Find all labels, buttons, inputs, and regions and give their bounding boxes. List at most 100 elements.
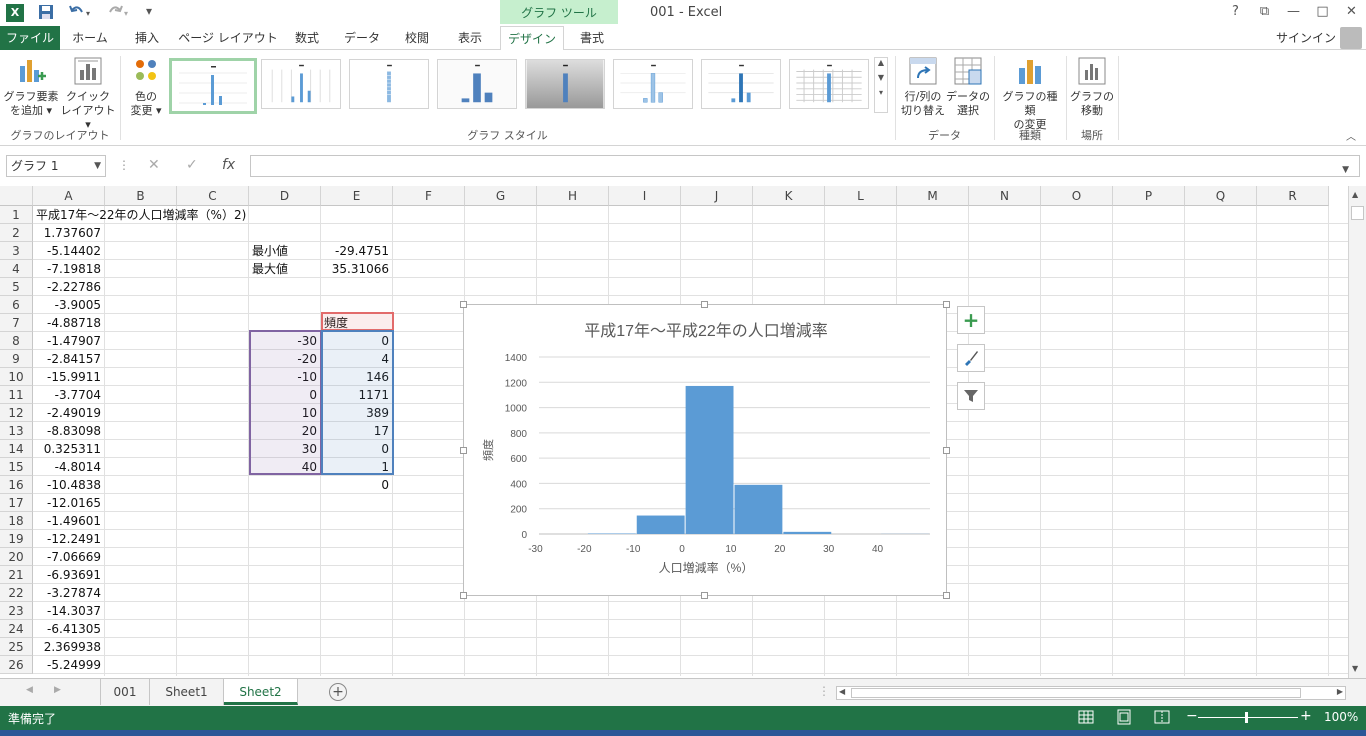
gallery-more-icon[interactable]: ▾ <box>875 88 887 97</box>
column-header-f[interactable]: F <box>393 186 465 206</box>
excel-logo-icon[interactable]: X <box>6 4 24 22</box>
undo-icon[interactable]: ▾ <box>68 4 94 23</box>
row-header-8[interactable]: 8 <box>0 332 33 350</box>
tab-insert[interactable]: 挿入 <box>122 26 172 50</box>
change-chart-type-button[interactable]: グラフの種類 の変更 <box>998 56 1062 132</box>
cell-a17[interactable]: -12.0165 <box>33 494 105 512</box>
enter-icon[interactable]: ✓ <box>186 157 198 173</box>
tab-formulas[interactable]: 数式 <box>284 26 330 50</box>
bar--20[interactable] <box>587 533 636 534</box>
tab-data[interactable]: データ <box>336 26 388 50</box>
row-header-1[interactable]: 1 <box>0 206 33 224</box>
tab-design[interactable]: デザイン <box>500 26 564 51</box>
column-header-r[interactable]: R <box>1257 186 1329 206</box>
vertical-scrollbar[interactable]: ▲ ▼ <box>1348 186 1366 678</box>
zoom-level[interactable]: 100% <box>1324 710 1358 724</box>
tab-file[interactable]: ファイル <box>0 26 60 50</box>
horizontal-scrollbar[interactable]: ◀ ▶ <box>836 686 1346 700</box>
row-header-18[interactable]: 18 <box>0 512 33 530</box>
row-header-17[interactable]: 17 <box>0 494 33 512</box>
change-colors-button[interactable]: 色の 変更 ▾ <box>124 56 168 118</box>
cell-a7[interactable]: -4.88718 <box>33 314 105 332</box>
tab-split-grip-icon[interactable]: ⋮ <box>818 684 830 698</box>
page-break-view-icon[interactable] <box>1154 709 1170 728</box>
collapse-ribbon-icon[interactable]: ︿ <box>1346 128 1356 143</box>
cell-a24[interactable]: -6.41305 <box>33 620 105 638</box>
column-header-j[interactable]: J <box>681 186 753 206</box>
scroll-up-icon[interactable]: ▲ <box>1352 190 1358 199</box>
cell-d4-max-label[interactable]: 最大値 <box>249 260 321 278</box>
zoom-out-button[interactable]: − <box>1186 708 1198 724</box>
bar-20[interactable] <box>783 531 832 534</box>
cell-a9[interactable]: -2.84157 <box>33 350 105 368</box>
tab-review[interactable]: 校閲 <box>394 26 440 50</box>
chart-style-3[interactable] <box>349 59 429 109</box>
zoom-slider-thumb[interactable] <box>1245 712 1248 723</box>
grip-icon[interactable]: ⋮ <box>118 158 130 172</box>
zoom-slider[interactable] <box>1198 717 1298 718</box>
scroll-left-icon[interactable]: ◀ <box>839 687 845 696</box>
tab-view[interactable]: 表示 <box>446 26 494 50</box>
sheet-tab-sheet2[interactable]: Sheet2 <box>224 679 298 705</box>
row-header-25[interactable]: 25 <box>0 638 33 656</box>
column-header-k[interactable]: K <box>753 186 825 206</box>
column-header-g[interactable]: G <box>465 186 537 206</box>
quick-layout-button[interactable]: クイック レイアウト ▾ <box>60 56 116 132</box>
move-chart-button[interactable]: グラフの 移動 <box>1070 56 1114 118</box>
cell-a6[interactable]: -3.9005 <box>33 296 105 314</box>
cell-a11[interactable]: -3.7704 <box>33 386 105 404</box>
chevron-down-icon[interactable]: ▼ <box>94 156 101 176</box>
maximize-button[interactable]: □ <box>1308 0 1337 26</box>
bar-10[interactable] <box>734 484 783 534</box>
help-icon[interactable]: ? <box>1221 0 1250 26</box>
cell-e4-max-value[interactable]: 35.31066 <box>321 260 393 278</box>
column-header-q[interactable]: Q <box>1185 186 1257 206</box>
bar-0[interactable] <box>685 385 734 534</box>
cell-a23[interactable]: -14.3037 <box>33 602 105 620</box>
cell-a18[interactable]: -1.49601 <box>33 512 105 530</box>
row-header-15[interactable]: 15 <box>0 458 33 476</box>
name-box[interactable]: グラフ 1 ▼ <box>6 155 106 177</box>
cell-e16-frequency[interactable]: 0 <box>321 476 393 494</box>
row-header-19[interactable]: 19 <box>0 530 33 548</box>
prev-sheet-icon[interactable]: ◀ <box>26 685 33 695</box>
expand-formula-icon[interactable]: ▼ <box>1342 165 1349 175</box>
avatar[interactable] <box>1340 27 1362 49</box>
cell-a14[interactable]: 0.325311 <box>33 440 105 458</box>
row-header-11[interactable]: 11 <box>0 386 33 404</box>
zoom-in-button[interactable]: + <box>1300 708 1312 724</box>
cell-a1-heading[interactable]: 平成17年～22年の人口増減率（%）2) <box>33 206 246 224</box>
row-header-2[interactable]: 2 <box>0 224 33 242</box>
gallery-up-icon[interactable]: ▲ <box>875 58 887 67</box>
next-sheet-icon[interactable]: ▶ <box>54 685 61 695</box>
row-header-26[interactable]: 26 <box>0 656 33 674</box>
column-header-e[interactable]: E <box>321 186 393 206</box>
brush-icon[interactable] <box>957 344 985 372</box>
select-all-corner[interactable] <box>0 186 33 206</box>
column-header-d[interactable]: D <box>249 186 321 206</box>
tab-format[interactable]: 書式 <box>566 26 618 50</box>
switch-row-column-button[interactable]: 行/列の 切り替え <box>899 56 947 118</box>
cell-a19[interactable]: -12.2491 <box>33 530 105 548</box>
filter-icon[interactable] <box>957 382 985 410</box>
cell-d3-min-label[interactable]: 最小値 <box>249 242 321 260</box>
row-header-4[interactable]: 4 <box>0 260 33 278</box>
cell-a10[interactable]: -15.9911 <box>33 368 105 386</box>
row-header-22[interactable]: 22 <box>0 584 33 602</box>
chart-style-4[interactable] <box>437 59 517 109</box>
save-icon[interactable] <box>38 4 54 23</box>
close-button[interactable]: ✕ <box>1337 0 1366 26</box>
chart-style-6[interactable] <box>613 59 693 109</box>
row-header-16[interactable]: 16 <box>0 476 33 494</box>
vertical-scroll-thumb[interactable] <box>1351 206 1364 220</box>
chart-style-5[interactable] <box>525 59 605 109</box>
y-axis-title[interactable]: 頻度 <box>481 439 495 461</box>
gallery-scroll[interactable]: ▲ ▼ ▾ <box>874 57 888 113</box>
cell-a2[interactable]: 1.737607 <box>33 224 105 242</box>
column-header-i[interactable]: I <box>609 186 681 206</box>
chart-title[interactable]: 平成17年～平成22年の人口増減率 <box>584 322 828 340</box>
row-header-13[interactable]: 13 <box>0 422 33 440</box>
x-axis-title[interactable]: 人口増減率（%） <box>659 560 754 575</box>
cell-a21[interactable]: -6.93691 <box>33 566 105 584</box>
page-layout-view-icon[interactable] <box>1116 709 1132 728</box>
